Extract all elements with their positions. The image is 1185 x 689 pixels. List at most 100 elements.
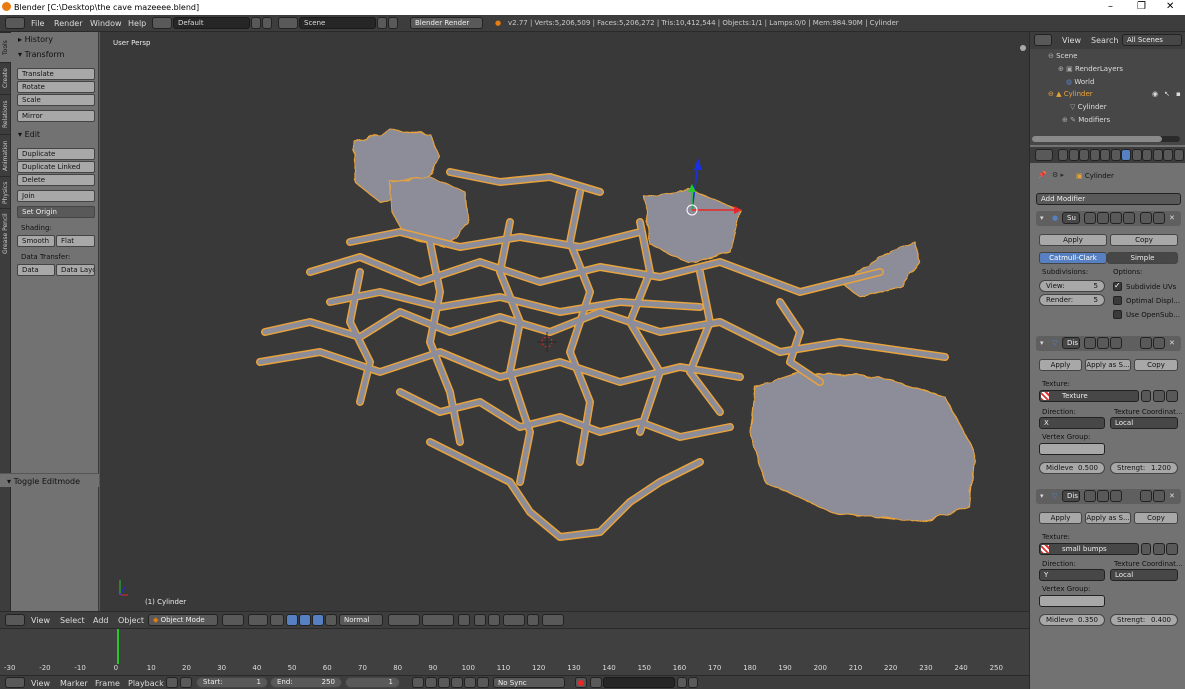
- properties-tab-data-icon[interactable]: [1131, 149, 1142, 161]
- selectable-cursor-icon[interactable]: ↖: [1164, 90, 1170, 98]
- view-levels-field[interactable]: View: 5: [1039, 280, 1105, 292]
- translate-manipulator-icon[interactable]: [286, 614, 298, 626]
- tab-create[interactable]: Create: [0, 62, 11, 94]
- outliner-item-scene[interactable]: ⊖ Scene: [1048, 52, 1077, 60]
- subsurf-apply-button[interactable]: Apply: [1039, 234, 1107, 246]
- move-up-icon-3[interactable]: [1140, 490, 1152, 502]
- simple-toggle[interactable]: Simple: [1107, 252, 1178, 264]
- catmull-clark-toggle[interactable]: Catmull-Clark: [1039, 252, 1107, 264]
- unlink-texture-icon[interactable]: [1166, 390, 1178, 402]
- join-button[interactable]: Join: [17, 190, 95, 202]
- displace2-apply-shape-button[interactable]: Apply as S...: [1085, 512, 1131, 524]
- properties-tab-material-icon[interactable]: [1142, 149, 1152, 161]
- collapse-icon-3[interactable]: ▾: [1040, 492, 1044, 500]
- editor-type-info-icon[interactable]: [5, 17, 25, 29]
- displace-name-field[interactable]: Dis: [1062, 337, 1080, 349]
- viewport-shading-icon[interactable]: [222, 614, 244, 626]
- editor-type-timeline-icon[interactable]: [5, 677, 25, 688]
- add-scene-icon[interactable]: [377, 17, 387, 29]
- collapse-icon[interactable]: ▾: [1040, 214, 1044, 222]
- layout-field[interactable]: Default: [173, 17, 250, 29]
- show-in-editmode-icon-3[interactable]: [1084, 490, 1096, 502]
- layer-lock-icon[interactable]: [458, 614, 470, 626]
- show-cage-icon[interactable]: [1123, 212, 1135, 224]
- 3d-viewport[interactable]: User Persp (1) Cylinder: [100, 32, 1029, 611]
- new-texture-icon[interactable]: [1153, 390, 1165, 402]
- delete-button[interactable]: Delete: [17, 174, 95, 186]
- maximize-button[interactable]: ❐: [1137, 1, 1146, 12]
- show-viewport-icon-3[interactable]: [1097, 490, 1109, 502]
- rotate-manipulator-icon[interactable]: [299, 614, 311, 626]
- timeline-area[interactable]: -30 -20 -10 0 10 20 30 40 50 60 70 80 90 100 110 120 130…: [0, 628, 1029, 675]
- move-up-icon[interactable]: [1140, 212, 1152, 224]
- editor-type-properties-icon[interactable]: [1035, 149, 1053, 161]
- data-layout-button[interactable]: Data Layo: [56, 264, 95, 276]
- properties-tab-modifiers-icon[interactable]: [1121, 149, 1131, 161]
- strength-field-2[interactable]: Strengt: 0.400: [1110, 614, 1178, 626]
- displace1-copy-button[interactable]: Copy: [1134, 359, 1178, 371]
- pivot-point-icon[interactable]: [248, 614, 268, 626]
- use-opensubdiv-checkbox[interactable]: [1113, 310, 1122, 319]
- displace1-apply-button[interactable]: Apply: [1039, 359, 1082, 371]
- vertex-group-field-1[interactable]: [1039, 443, 1105, 455]
- flat-button[interactable]: Flat: [56, 235, 95, 247]
- properties-tab-scene-icon[interactable]: [1079, 149, 1089, 161]
- displace2-modifier-header[interactable]: ▾ ▽ Dis ✕: [1036, 489, 1181, 504]
- proportional-edit-icon[interactable]: [474, 614, 486, 626]
- properties-tab-world-icon[interactable]: [1089, 149, 1100, 161]
- strength-field-1[interactable]: Strengt: 1.200: [1110, 462, 1178, 474]
- keying-set-icon[interactable]: [590, 677, 602, 688]
- duplicate-linked-button[interactable]: Duplicate Linked: [17, 161, 95, 173]
- edit-panel-header[interactable]: ▾ Edit: [18, 130, 40, 139]
- manipulator-toggle-icon[interactable]: [270, 614, 284, 626]
- menu-frame[interactable]: Frame: [95, 679, 120, 688]
- lock-range-icon[interactable]: [180, 677, 192, 688]
- direction-select-2[interactable]: Y: [1039, 569, 1105, 581]
- tab-tools[interactable]: Tools: [0, 32, 11, 62]
- menu-file[interactable]: File: [31, 19, 44, 28]
- direction-select-1[interactable]: X: [1039, 417, 1105, 429]
- object-mode-select[interactable]: ◆ Object Mode: [148, 614, 218, 626]
- sync-mode-select[interactable]: No Sync: [493, 677, 565, 688]
- remove-modifier-icon[interactable]: ✕: [1169, 214, 1175, 222]
- properties-tab-particles-icon[interactable]: [1163, 149, 1173, 161]
- render-preview-icon[interactable]: [542, 614, 564, 626]
- outliner-view-menu[interactable]: View: [1062, 36, 1081, 45]
- subsurf-name-field[interactable]: Su: [1062, 212, 1080, 224]
- duplicate-button[interactable]: Duplicate: [17, 148, 95, 160]
- remove-modifier-icon-3[interactable]: ✕: [1169, 492, 1175, 500]
- outliner-filter-select[interactable]: All Scenes: [1122, 34, 1182, 46]
- proportional-falloff-icon[interactable]: [488, 614, 500, 626]
- optimal-display-checkbox[interactable]: [1113, 296, 1122, 305]
- displace1-apply-shape-button[interactable]: Apply as S...: [1085, 359, 1131, 371]
- render-levels-field[interactable]: Render: 5: [1039, 294, 1105, 306]
- subdivide-uvs-checkbox[interactable]: ✓: [1113, 281, 1122, 291]
- outliner-item-world[interactable]: ◍ World: [1066, 78, 1094, 86]
- unlink-texture-icon-2[interactable]: [1166, 543, 1178, 555]
- set-origin-select[interactable]: Set Origin: [17, 206, 95, 218]
- menu-view[interactable]: View: [31, 616, 50, 625]
- scene-field[interactable]: Scene: [299, 17, 376, 29]
- properties-tab-constraints-icon[interactable]: [1110, 149, 1121, 161]
- properties-tab-render-layers-icon[interactable]: [1068, 149, 1079, 161]
- editor-type-3dview-icon[interactable]: [5, 614, 25, 626]
- layers-group-1[interactable]: [388, 614, 420, 626]
- preview-range-icon[interactable]: [166, 677, 178, 688]
- render-engine-select[interactable]: Blender Render: [410, 17, 483, 29]
- show-viewport-icon-2[interactable]: [1097, 337, 1109, 349]
- move-down-icon[interactable]: [1153, 212, 1165, 224]
- fake-user-icon-2[interactable]: [1141, 543, 1151, 555]
- play-reverse-icon[interactable]: [438, 677, 450, 688]
- move-down-icon-3[interactable]: [1153, 490, 1165, 502]
- show-render-icon-2[interactable]: [1110, 337, 1122, 349]
- texture-field-1[interactable]: Texture: [1039, 390, 1139, 402]
- scale-manipulator-icon[interactable]: [312, 614, 324, 626]
- midlevel-field-2[interactable]: Midleve 0.350: [1039, 614, 1105, 626]
- outliner-item-renderlayers[interactable]: ⊕ ▣ RenderLayers: [1058, 65, 1123, 73]
- vertex-group-field-2[interactable]: [1039, 595, 1105, 607]
- outliner-item-cylinder[interactable]: ⊖ ▲ Cylinder: [1048, 90, 1093, 98]
- remove-scene-icon[interactable]: [388, 17, 398, 29]
- displace2-copy-button[interactable]: Copy: [1134, 512, 1178, 524]
- screen-layout-icon[interactable]: [152, 17, 172, 29]
- outliner-scrollbar[interactable]: [1032, 136, 1180, 142]
